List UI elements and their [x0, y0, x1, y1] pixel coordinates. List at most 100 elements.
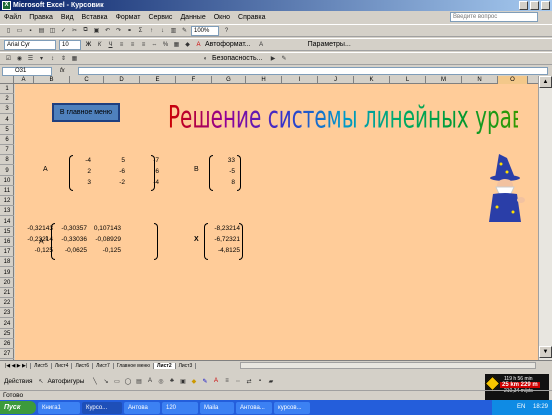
paste-icon[interactable]: ▣: [92, 26, 101, 35]
vertical-scrollbar[interactable]: ▲ ▼: [538, 76, 552, 360]
column-header-b[interactable]: B: [34, 76, 70, 84]
align-left-icon[interactable]: ≡: [117, 40, 126, 49]
row-header-12[interactable]: 12: [0, 196, 14, 207]
task-120[interactable]: 120: [162, 401, 198, 414]
line-icon[interactable]: ╲: [90, 377, 99, 386]
horizontal-scrollbar[interactable]: [240, 362, 536, 369]
tab-sheet4[interactable]: Лист4: [52, 362, 73, 369]
sheet-area[interactable]: В главное меню Решение системы линейных …: [15, 84, 538, 360]
rectangle-icon[interactable]: ▭: [112, 377, 121, 386]
column-header-i[interactable]: I: [282, 76, 318, 84]
column-header-g[interactable]: G: [212, 76, 246, 84]
merge-icon[interactable]: ⇔: [150, 40, 159, 49]
menu-data[interactable]: Данные: [180, 14, 205, 21]
row-header-8[interactable]: 8: [0, 155, 14, 166]
matrix-cell[interactable]: -2: [91, 179, 125, 186]
matrix-cell[interactable]: -7: [125, 157, 159, 164]
menu-help[interactable]: Справка: [238, 14, 265, 21]
chart-icon[interactable]: ▥: [169, 26, 178, 35]
row-header-11[interactable]: 11: [0, 186, 14, 196]
matrix-cell[interactable]: -0,08929: [87, 236, 121, 243]
menu-file[interactable]: Файл: [4, 14, 21, 21]
matrix-cell[interactable]: -0,125: [87, 247, 121, 254]
row-header-1[interactable]: 1: [0, 84, 14, 94]
row-header-22[interactable]: 22: [0, 298, 14, 309]
row-header-2[interactable]: 2: [0, 94, 14, 105]
ask-question-input[interactable]: Введите вопрос: [450, 12, 538, 22]
task-antova[interactable]: Антова: [124, 401, 160, 414]
italic-icon[interactable]: К: [95, 40, 104, 49]
matrix-cell[interactable]: -4: [57, 157, 91, 164]
column-header-o[interactable]: O: [498, 76, 528, 84]
matrix-cell[interactable]: -6: [91, 168, 125, 175]
checkbox-icon[interactable]: ☑: [4, 54, 13, 63]
hyperlink-icon[interactable]: ⚭: [125, 26, 134, 35]
row-header-23[interactable]: 23: [0, 308, 14, 319]
matrix-cell[interactable]: -0,32143: [19, 225, 53, 232]
spinner-icon[interactable]: ⇕: [59, 54, 68, 63]
matrix-cell[interactable]: -0,125: [19, 247, 53, 254]
picture-icon[interactable]: ▣: [178, 377, 187, 386]
sort-desc-icon[interactable]: ↓: [158, 26, 167, 35]
dash-style-icon[interactable]: ┄: [233, 377, 242, 386]
open-icon[interactable]: ▭: [15, 26, 24, 35]
column-header-e[interactable]: E: [140, 76, 176, 84]
task-kursov[interactable]: курсов...: [274, 401, 310, 414]
matrix-cell[interactable]: -5: [199, 168, 235, 175]
row-header-10[interactable]: 10: [0, 176, 14, 186]
combo-icon[interactable]: ▾: [37, 54, 46, 63]
menu-window[interactable]: Окно: [214, 14, 230, 21]
textbox-icon[interactable]: ▤: [134, 377, 143, 386]
font-select[interactable]: Arial Cyr: [4, 39, 56, 50]
line-style-icon[interactable]: ≡: [222, 377, 231, 386]
row-header-6[interactable]: 6: [0, 135, 14, 145]
row-header-5[interactable]: 5: [0, 125, 14, 135]
matrix-cell[interactable]: -0,33036: [53, 236, 87, 243]
wordart-draw-icon[interactable]: A: [145, 377, 154, 386]
save-icon[interactable]: ▪: [26, 26, 35, 35]
oval-icon[interactable]: ◯: [123, 377, 132, 386]
menu-insert[interactable]: Вставка: [82, 14, 108, 21]
undo-icon[interactable]: ↶: [103, 26, 112, 35]
column-header-j[interactable]: J: [318, 76, 354, 84]
autoformat-button[interactable]: Автоформат...: [205, 41, 251, 48]
sort-asc-icon[interactable]: ↑: [147, 26, 156, 35]
underline-icon[interactable]: Ч: [106, 40, 115, 49]
drawing-icon[interactable]: ✎: [180, 26, 189, 35]
menu-format[interactable]: Формат: [116, 14, 141, 21]
tab-sheet6[interactable]: Лист6: [72, 362, 94, 369]
font-size-select[interactable]: 10: [59, 39, 81, 50]
select-all-corner[interactable]: [0, 76, 14, 84]
row-header-21[interactable]: 21: [0, 288, 14, 298]
wordart-icon[interactable]: A: [257, 40, 266, 49]
row-header-26[interactable]: 26: [0, 339, 14, 349]
row-header-19[interactable]: 19: [0, 268, 14, 278]
row-header-7[interactable]: 7: [0, 145, 14, 156]
matrix-cell[interactable]: -8,23214: [205, 225, 240, 232]
scroll-icon[interactable]: ↕: [48, 54, 57, 63]
font-color-icon[interactable]: A: [194, 40, 203, 49]
maximize-button[interactable]: [530, 1, 539, 10]
row-header-17[interactable]: 17: [0, 247, 14, 258]
row-header-14[interactable]: 14: [0, 217, 14, 227]
column-header-a[interactable]: A: [14, 76, 34, 84]
row-header-3[interactable]: 3: [0, 104, 14, 115]
select-arrow-icon[interactable]: ↖: [36, 377, 45, 386]
task-antova2[interactable]: Антова...: [236, 401, 272, 414]
tab-sheet2[interactable]: Лист2: [154, 362, 176, 369]
params-button[interactable]: Параметры...: [308, 41, 351, 48]
new-icon[interactable]: ▯: [4, 26, 13, 35]
font-color-draw-icon[interactable]: A: [211, 377, 220, 386]
start-button[interactable]: Пуск: [0, 401, 36, 414]
actions-menu[interactable]: Действия: [4, 378, 32, 385]
shadow-icon[interactable]: ▪: [255, 377, 264, 386]
bold-icon[interactable]: Ж: [84, 40, 93, 49]
row-header-15[interactable]: 15: [0, 227, 14, 237]
clipart-icon[interactable]: ♣: [167, 377, 176, 386]
preview-icon[interactable]: ◫: [48, 26, 57, 35]
autosum-icon[interactable]: Σ: [136, 26, 145, 35]
matrix-cell[interactable]: -6,72321: [205, 236, 240, 243]
column-header-d[interactable]: D: [104, 76, 140, 84]
zoom-select[interactable]: 100%: [191, 25, 219, 36]
matrix-cell[interactable]: -4,8125: [205, 247, 240, 254]
